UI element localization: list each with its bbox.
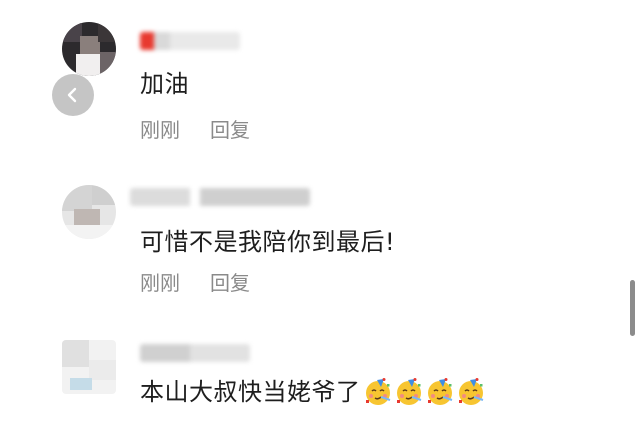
scrollbar[interactable]	[630, 280, 635, 336]
avatar[interactable]	[62, 340, 116, 394]
partying-face-icon	[365, 378, 390, 405]
comment-list: 加油 刚刚 回复 可惜不是我陪你到最后! 刚刚 回复 本山大叔快当姥爷了	[0, 0, 640, 443]
partying-face-icon	[396, 378, 421, 405]
partying-face-icon	[458, 378, 483, 405]
comment-text-body: 本山大叔快当姥爷了	[140, 378, 361, 406]
username-blurred[interactable]	[140, 344, 250, 362]
partying-face-icon	[427, 378, 452, 405]
comment-item: 本山大叔快当姥爷了	[0, 0, 640, 443]
emoji-row	[361, 378, 485, 406]
comment-text: 本山大叔快当姥爷了	[140, 372, 485, 407]
